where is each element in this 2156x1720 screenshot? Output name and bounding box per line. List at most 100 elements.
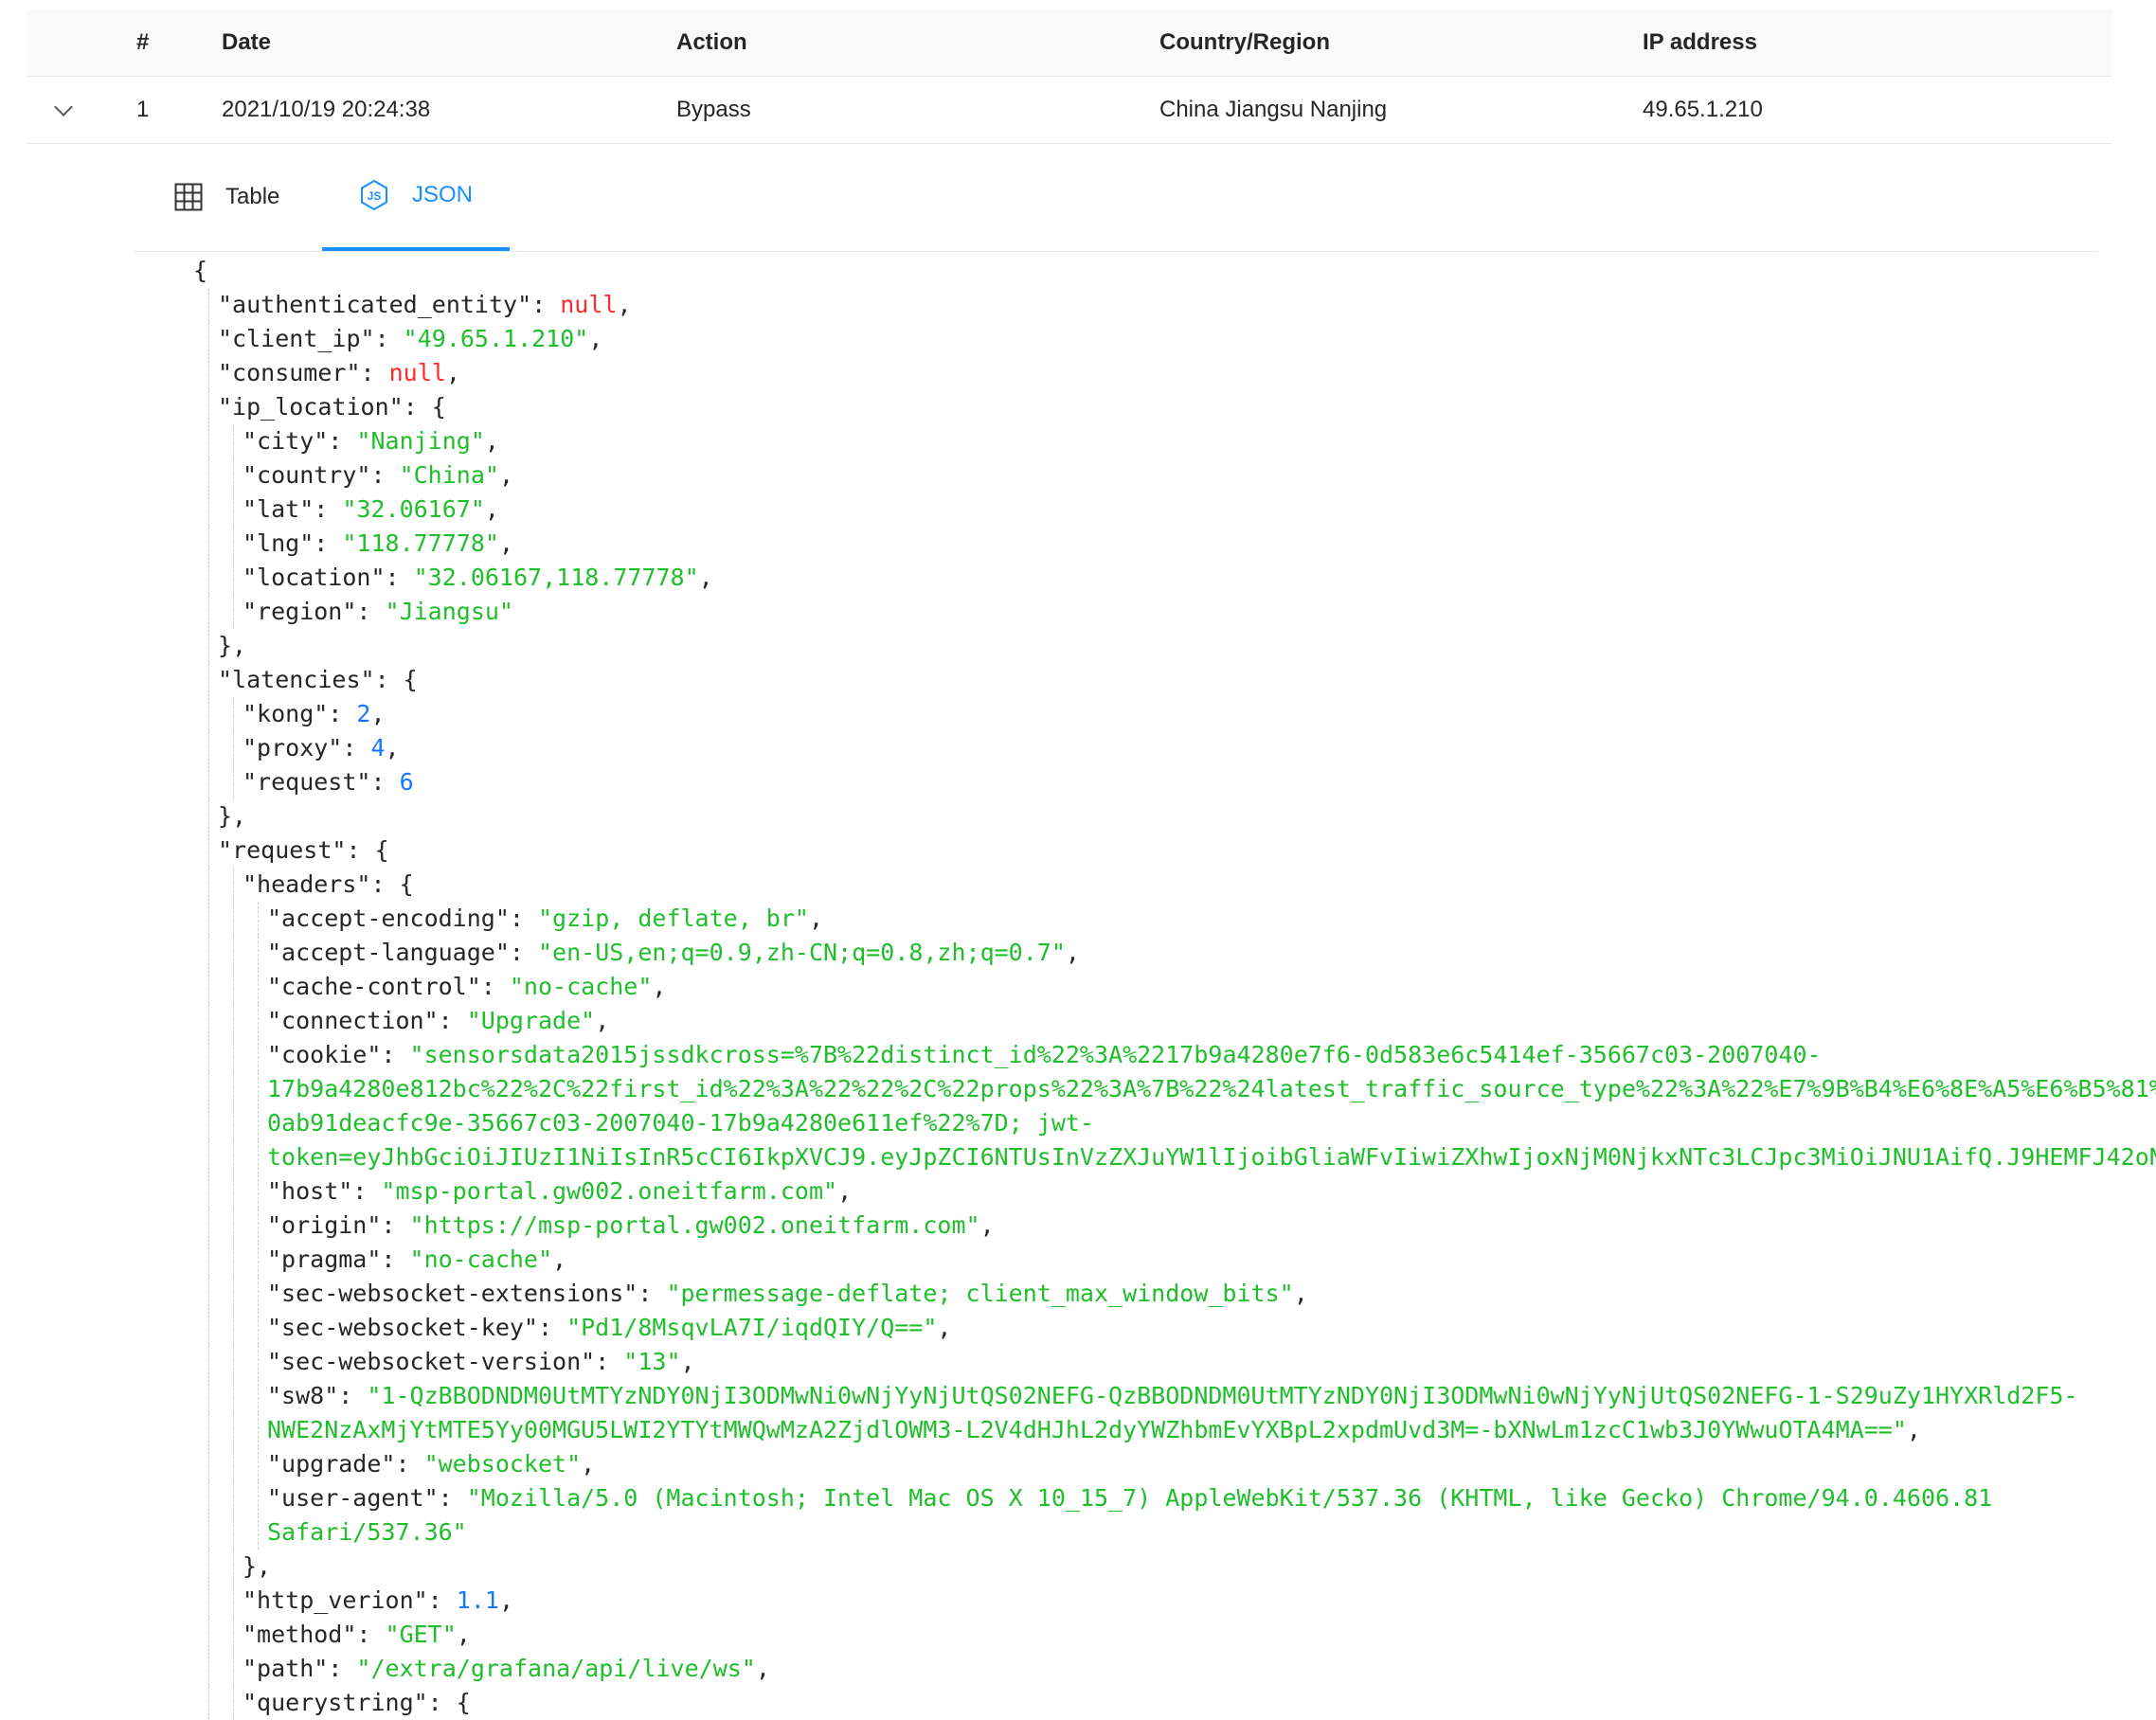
- collapse-row-button[interactable]: [49, 96, 78, 124]
- json-punct: "ip_location": {: [218, 393, 446, 421]
- json-punct: "cache-control":: [267, 973, 510, 1000]
- json-punct: ,: [652, 973, 667, 1000]
- indent-guide: [208, 458, 209, 493]
- json-line-content: "ip_location": {: [218, 390, 446, 424]
- indent-guide: [258, 1140, 259, 1174]
- json-line-content: 0ab91deacfc9e-35667c03-2007040-17b9a4280…: [267, 1106, 1094, 1140]
- indent-guide: [233, 1584, 234, 1618]
- indent-guide: [208, 1618, 209, 1652]
- tab-json[interactable]: JS JSON: [322, 142, 510, 251]
- json-punct: ,: [484, 495, 499, 523]
- tab-table[interactable]: Table: [174, 142, 279, 251]
- indent-guide: [208, 1174, 209, 1209]
- json-line-content: "lng": "118.77778",: [243, 527, 513, 561]
- json-punct: ,: [581, 1450, 596, 1478]
- tab-json-label: JSON: [411, 181, 473, 207]
- indent-guide: [208, 765, 209, 799]
- indent-guide: [233, 1481, 234, 1515]
- json-punct: "city":: [243, 427, 357, 455]
- indent-guide: [208, 1243, 209, 1277]
- indent-guide: [233, 1345, 234, 1379]
- json-line: "ip_location": {: [193, 390, 2156, 424]
- json-line-content: },: [243, 1550, 271, 1584]
- json-line: "origin": "https://msp-portal.gw002.onei…: [193, 1209, 2156, 1243]
- json-line-content: },: [218, 799, 246, 833]
- json-line-content: "sec-websocket-extensions": "permessage-…: [267, 1277, 1308, 1311]
- json-punct: ,: [1906, 1416, 1921, 1443]
- json-string: Safari/537.36": [267, 1518, 467, 1546]
- indent-guide: [258, 1311, 259, 1345]
- json-string: "13": [623, 1348, 681, 1375]
- json-punct: "upgrade":: [267, 1450, 424, 1478]
- json-line-content: "http_verion": 1.1,: [243, 1584, 513, 1618]
- json-line-content: "accept-language": "en-US,en;q=0.9,zh-CN…: [267, 936, 1080, 970]
- row-number: 1: [136, 97, 150, 122]
- json-punct: ,: [698, 564, 713, 591]
- json-string: "websocket": [423, 1450, 582, 1478]
- json-string: "/extra/grafana/api/live/ws": [356, 1655, 756, 1682]
- indent-guide: [233, 1174, 234, 1209]
- json-line: },: [193, 799, 2156, 833]
- indent-guide: [233, 868, 234, 902]
- json-punct: ,: [370, 700, 386, 727]
- indent-guide: [233, 1618, 234, 1652]
- indent-guide: [258, 1277, 259, 1311]
- json-punct: "location":: [243, 564, 414, 591]
- json-line-content: "host": "msp-portal.gw002.oneitfarm.com"…: [267, 1174, 852, 1209]
- json-line: "querystring": {: [193, 1686, 2156, 1720]
- json-line-content: "request": 6: [243, 765, 414, 799]
- json-string: "1-QzBBODNDM0UtMTYzNDY0NjI3ODMwNi0wNjYyN…: [367, 1382, 2078, 1409]
- json-punct: ,: [617, 291, 632, 318]
- indent-guide: [233, 527, 234, 561]
- json-punct: "region":: [243, 598, 386, 625]
- json-punct: ,: [385, 734, 400, 761]
- indent-guide: [208, 629, 209, 663]
- indent-guide: [208, 322, 209, 356]
- json-punct: ,: [498, 1586, 513, 1614]
- indent-guide: [233, 1447, 234, 1481]
- json-punct: "authenticated_entity":: [218, 291, 561, 318]
- indent-guide: [233, 493, 234, 527]
- table-row[interactable]: 1 2021/10/19 20:24:38 Bypass China Jiang…: [27, 77, 2112, 144]
- json-punct: "kong":: [243, 700, 357, 727]
- indent-guide: [258, 1447, 259, 1481]
- indent-guide: [208, 1413, 209, 1447]
- json-line-content: "location": "32.06167,118.77778",: [243, 561, 713, 595]
- log-table: # Date Action Country/Region IP address …: [27, 9, 2112, 144]
- indent-guide: [233, 1515, 234, 1550]
- indent-guide: [208, 1550, 209, 1584]
- indent-guide: [208, 1311, 209, 1345]
- json-punct: "headers": {: [243, 870, 414, 898]
- json-line: "proxy": 4,: [193, 731, 2156, 765]
- indent-guide: [258, 970, 259, 1004]
- json-line: "headers": {: [193, 868, 2156, 902]
- indent-guide: [233, 1686, 234, 1720]
- json-string: "Mozilla/5.0 (Macintosh; Intel Mac OS X …: [466, 1484, 1993, 1512]
- json-string: "permessage-deflate; client_max_window_b…: [666, 1280, 1294, 1307]
- json-string: "32.06167": [342, 495, 485, 523]
- json-line-content: "kong": 2,: [243, 697, 386, 731]
- json-line: "sec-websocket-version": "13",: [193, 1345, 2156, 1379]
- json-punct: "lat":: [243, 495, 343, 523]
- json-line-content: "latencies": {: [218, 663, 418, 697]
- json-punct: ,: [837, 1177, 853, 1205]
- json-punct: ,: [1065, 939, 1080, 966]
- column-header-country: Country/Region: [1159, 29, 1330, 55]
- indent-guide: [233, 936, 234, 970]
- indent-guide: [258, 1072, 259, 1106]
- json-line-content: "request": {: [218, 833, 389, 868]
- indent-guide: [208, 970, 209, 1004]
- json-punct: "cookie":: [267, 1041, 410, 1068]
- indent-guide: [233, 1311, 234, 1345]
- indent-guide: [208, 731, 209, 765]
- json-line-content: NWE2NzAxMjYtMTE5Yy00MGU5LWI2YTYtMWQwMzA2…: [267, 1413, 1921, 1447]
- json-punct: "accept-encoding":: [267, 905, 538, 932]
- indent-guide: [208, 833, 209, 868]
- indent-guide: [208, 424, 209, 458]
- column-header-ip: IP address: [1643, 29, 1757, 55]
- svg-text:JS: JS: [368, 189, 382, 203]
- row-date: 2021/10/19 20:24:38: [222, 97, 431, 122]
- json-punct: ,: [445, 359, 460, 386]
- json-line-content: "client_ip": "49.65.1.210",: [218, 322, 602, 356]
- json-line-content: "connection": "Upgrade",: [267, 1004, 609, 1038]
